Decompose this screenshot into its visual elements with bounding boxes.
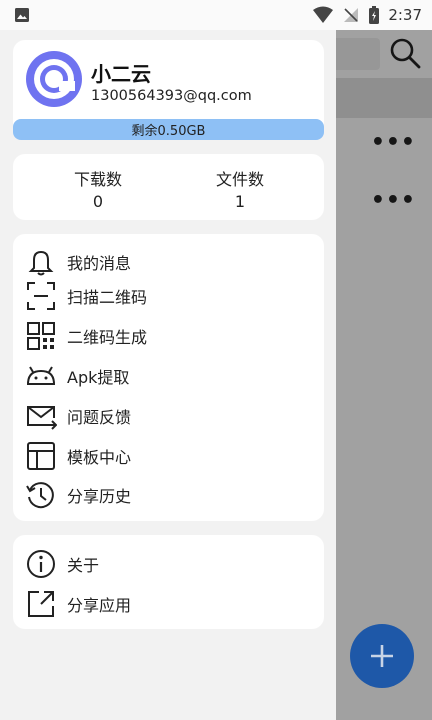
stat-value: 1 (234, 192, 246, 211)
scan-icon (27, 282, 55, 310)
storage-quota-bar: 剩余0.50GB (13, 119, 324, 140)
navigation-drawer: 小二云 1300564393@qq.com 剩余0.50GB 下载数 0 文件数… (0, 30, 336, 720)
stat-downloads[interactable]: 下载数 0 (38, 166, 158, 211)
bell-icon (28, 250, 54, 276)
image-icon (15, 8, 29, 22)
status-time: 2:37 (388, 6, 422, 24)
template-icon (27, 442, 55, 470)
menu-item-label: 模板中心 (67, 448, 132, 467)
stat-value: 0 (92, 192, 104, 211)
stat-label: 下载数 (73, 170, 122, 189)
menu-item-share-history[interactable]: 分享历史 (25, 478, 131, 512)
username: 小二云 (91, 62, 151, 86)
menu-item-about[interactable]: 关于 (25, 547, 99, 581)
menu-item-label: 我的消息 (67, 254, 132, 273)
add-fab-button[interactable] (350, 624, 414, 688)
stat-files[interactable]: 文件数 1 (180, 166, 300, 211)
menu-item-label: 扫描二维码 (67, 288, 148, 307)
menu-item-generate-qr[interactable]: 二维码生成 (25, 319, 147, 353)
menu-card: 我的消息 扫描二维码 二维码生成 Apk提取 问题反馈 模板中心 分享历史 (13, 234, 324, 521)
wifi-icon (313, 6, 334, 23)
plus-icon (371, 645, 393, 667)
info-icon (27, 550, 55, 578)
menu-item-label: 关于 (67, 556, 100, 575)
mail-icon (27, 406, 57, 430)
menu-item-label: Apk提取 (67, 368, 130, 387)
menu-item-label: 分享应用 (67, 596, 132, 615)
menu-item-scan-qr[interactable]: 扫描二维码 (25, 279, 147, 313)
menu-item-label: 二维码生成 (67, 328, 148, 347)
no-signal-icon (344, 8, 359, 22)
menu-item-share-app[interactable]: 分享应用 (25, 587, 131, 621)
battery-icon (369, 6, 380, 24)
status-bar: 2:37 (0, 0, 432, 30)
secondary-menu-card: 关于 分享应用 (13, 535, 324, 629)
menu-item-label: 问题反馈 (67, 408, 132, 427)
user-email: 1300564393@qq.com (91, 88, 252, 104)
menu-item-label: 分享历史 (67, 487, 132, 506)
menu-item-apk-extract[interactable]: Apk提取 (25, 359, 129, 393)
history-icon (26, 482, 54, 509)
stats-card: 下载数 0 文件数 1 (13, 154, 324, 220)
share-icon (28, 591, 54, 617)
android-icon (26, 366, 56, 385)
menu-item-templates[interactable]: 模板中心 (25, 439, 131, 473)
menu-item-messages[interactable]: 我的消息 (25, 245, 131, 279)
menu-item-feedback[interactable]: 问题反馈 (25, 399, 131, 433)
avatar (26, 51, 82, 107)
stat-label: 文件数 (215, 170, 264, 189)
qr-code-icon (27, 322, 55, 350)
